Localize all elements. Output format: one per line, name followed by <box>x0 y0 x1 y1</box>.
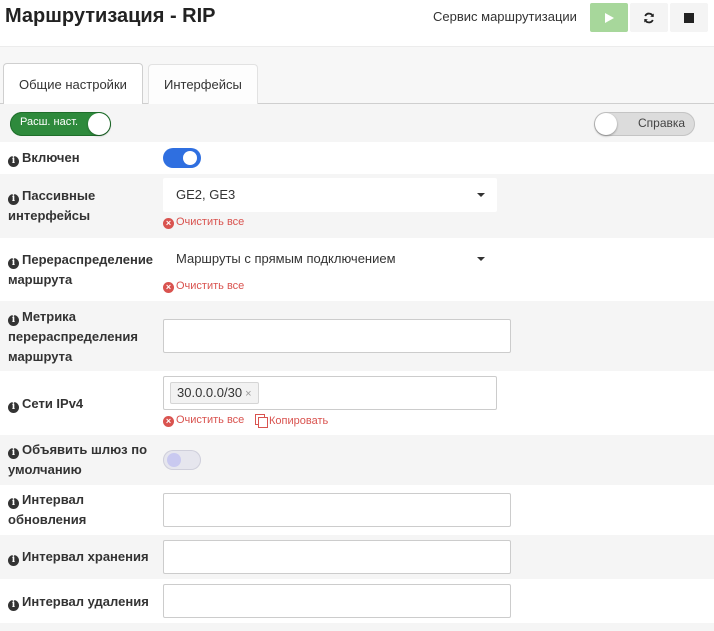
page-header: Маршрутизация - RIP Сервис маршрутизации <box>0 0 714 47</box>
info-icon[interactable]: i <box>8 555 19 566</box>
stop-icon <box>684 12 694 23</box>
field-label: i Интервал хранения <box>8 547 149 567</box>
chevron-down-icon <box>477 193 485 197</box>
flush-interval-input[interactable] <box>163 584 511 618</box>
networks-clear-all-link[interactable]: × Очистить все <box>163 414 244 427</box>
copy-icon <box>255 414 268 428</box>
enabled-label: Включен <box>22 150 80 165</box>
enabled-switch[interactable] <box>163 148 201 168</box>
field-label: i Перераспределение маршрута <box>8 250 158 290</box>
clear-icon: × <box>163 416 174 427</box>
redistribute-clear-all-link[interactable]: × Очистить все <box>163 280 244 293</box>
update-interval-input[interactable] <box>163 493 511 527</box>
field-label: i Включен <box>8 148 80 168</box>
tab-interfaces[interactable]: Интерфейсы <box>148 64 258 104</box>
switch-knob <box>167 453 181 467</box>
help-label: Справка <box>638 116 686 130</box>
row-passive-interfaces: i Пассивные интерфейсы GE2, GE3 × Очистить… <box>0 174 714 238</box>
field-label: i Метрика перераспределения маршрута <box>8 307 158 367</box>
redistribute-label: Перераспределение маршрута <box>8 252 154 287</box>
networks-copy-link[interactable]: Копировать <box>255 414 329 428</box>
update-interval-label: Интервал обновления <box>8 492 87 527</box>
service-label: Сервис маршрутизации <box>433 9 577 24</box>
field-label: i Пассивные интерфейсы <box>8 186 158 226</box>
info-icon[interactable]: i <box>8 156 19 167</box>
info-icon[interactable]: i <box>8 194 19 205</box>
info-icon[interactable]: i <box>8 402 19 413</box>
default-gateway-label: Объявить шлюз по умолчанию <box>8 442 148 477</box>
clear-icon: × <box>163 282 174 293</box>
clear-all-label: Очистить все <box>176 216 245 228</box>
remove-tag-icon[interactable]: × <box>245 388 251 400</box>
ipv4-networks-label: Сети IPv4 <box>22 396 84 411</box>
hold-interval-label: Интервал хранения <box>22 549 149 564</box>
settings-toolbar: Расш. наст. Справка <box>0 104 714 142</box>
advanced-mode-label: Расш. наст. <box>20 116 79 128</box>
info-icon[interactable]: i <box>8 498 19 509</box>
passive-interfaces-select[interactable]: GE2, GE3 <box>163 178 497 212</box>
clear-all-label: Очистить все <box>176 414 245 426</box>
row-redistribute: i Перераспределение маршрута Маршруты с п… <box>0 238 714 301</box>
info-icon[interactable]: i <box>8 258 19 269</box>
tabs-bar: Общие настройки Интерфейсы <box>0 47 714 105</box>
row-default-gateway: i Объявить шлюз по умолчанию <box>0 435 714 485</box>
ipv4-networks-input[interactable]: 30.0.0.0/30 × <box>163 376 497 410</box>
row-ipv4-networks: i Сети IPv4 30.0.0.0/30 × × Очистить все Ко… <box>0 371 714 435</box>
flush-interval-label: Интервал удаления <box>22 594 149 609</box>
start-service-button[interactable] <box>590 3 628 32</box>
restart-service-button[interactable] <box>630 3 668 32</box>
copy-label: Копировать <box>269 415 329 427</box>
info-icon[interactable]: i <box>8 448 19 459</box>
metric-input[interactable] <box>163 319 511 353</box>
advanced-mode-toggle[interactable]: Расш. наст. <box>10 112 111 136</box>
row-next-partial <box>0 623 714 631</box>
field-label: i Объявить шлюз по умолчанию <box>8 440 158 480</box>
passive-interfaces-label: Пассивные интерфейсы <box>8 188 96 223</box>
redistribute-select[interactable]: Маршруты с прямым подключением <box>163 242 497 276</box>
network-tag[interactable]: 30.0.0.0/30 × <box>170 382 259 404</box>
switch-knob <box>183 151 197 165</box>
field-label: i Сети IPv4 <box>8 394 83 414</box>
toggle-knob <box>595 113 617 135</box>
info-icon[interactable]: i <box>8 315 19 326</box>
passive-clear-all-link[interactable]: × Очистить все <box>163 216 244 229</box>
field-label: i Интервал удаления <box>8 592 149 612</box>
stop-service-button[interactable] <box>670 3 708 32</box>
toggle-knob <box>88 113 110 135</box>
metric-label: Метрика перераспределения маршрута <box>8 309 138 364</box>
chevron-down-icon <box>477 257 485 261</box>
play-icon <box>605 12 614 23</box>
tab-general-settings[interactable]: Общие настройки <box>3 63 143 105</box>
row-metric: i Метрика перераспределения маршрута <box>0 301 714 371</box>
row-enabled: i Включен <box>0 142 714 174</box>
row-update-interval: i Интервал обновления <box>0 485 714 535</box>
help-toggle[interactable]: Справка <box>594 112 695 136</box>
row-hold-interval: i Интервал хранения <box>0 535 714 579</box>
reload-icon <box>644 12 654 23</box>
hold-interval-input[interactable] <box>163 540 511 574</box>
redistribute-value: Маршруты с прямым подключением <box>176 251 396 266</box>
row-flush-interval: i Интервал удаления <box>0 579 714 623</box>
info-icon[interactable]: i <box>8 600 19 611</box>
page-title: Маршрутизация - RIP <box>5 5 216 27</box>
passive-interfaces-value: GE2, GE3 <box>176 187 236 202</box>
default-gateway-switch[interactable] <box>163 450 201 470</box>
clear-icon: × <box>163 218 174 229</box>
clear-all-label: Очистить все <box>176 280 245 292</box>
field-label: i Интервал обновления <box>8 490 128 530</box>
network-tag-label: 30.0.0.0/30 <box>177 385 243 400</box>
